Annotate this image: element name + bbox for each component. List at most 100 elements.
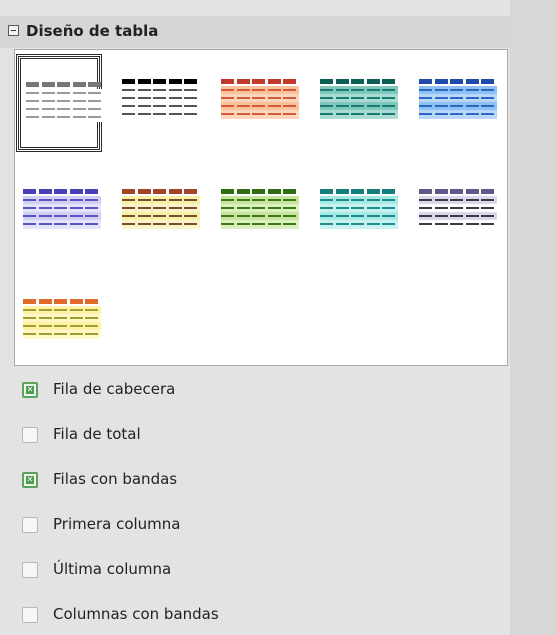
banded-columns-checkbox[interactable]: ✕ [22,607,38,623]
preview-cell [283,215,296,217]
preview-cell [38,299,52,304]
preview-cell [137,199,151,201]
preview-cell [137,113,151,115]
first-column-checkbox[interactable]: ✕ [22,517,38,533]
preview-cell [366,105,380,107]
table-style-preview [23,274,101,372]
option-last-column[interactable]: ✕ Última columna [0,550,510,590]
table-style-lavender[interactable] [16,164,102,262]
preview-row [320,110,398,119]
table-style-yellow-orange[interactable] [16,274,102,372]
preview-row [122,110,200,119]
total-row-checkbox[interactable]: ✕ [22,427,38,443]
panel-title: Diseño de tabla [26,22,159,40]
preview-cell [54,199,67,201]
preview-cell [382,215,395,217]
banded-rows-checkbox[interactable]: ✕ [22,472,38,488]
preview-cell [88,108,101,110]
collapse-icon[interactable] [8,25,19,36]
header-row-checkbox[interactable]: ✕ [22,382,38,398]
last-column-checkbox[interactable]: ✕ [22,562,38,578]
preview-cell [221,207,234,209]
preview-cell [137,89,151,91]
preview-row [221,110,299,119]
preview-cell [85,199,98,201]
table-style-gray-purple[interactable] [412,164,498,262]
option-header-row[interactable]: ✕ Fila de cabecera [0,370,510,410]
preview-cell [137,215,151,217]
preview-cell [26,82,39,87]
preview-cell [481,113,494,115]
preview-cell [335,199,349,201]
preview-cell [481,207,494,209]
preview-row [419,220,497,229]
preview-cell [320,223,333,225]
option-label: Fila de total [53,425,141,443]
preview-cell [320,113,333,115]
table-style-teal-dark[interactable] [313,54,399,152]
preview-cell [481,79,494,84]
preview-cell [184,199,197,201]
preview-cell [88,92,101,94]
preview-cell [335,215,349,217]
preview-cell [335,105,349,107]
preview-cell [450,207,463,209]
preview-cell [57,92,70,94]
preview-cell [54,309,67,311]
preview-row [23,220,101,229]
table-style-brown-yellow[interactable] [115,164,201,262]
preview-cell [236,79,250,84]
preview-cell [366,97,380,99]
preview-cell [153,189,166,194]
table-style-black[interactable] [115,54,201,152]
preview-cell [382,189,395,194]
preview-row [26,113,104,122]
preview-cell [351,215,364,217]
preview-cell [283,223,296,225]
option-banded-rows[interactable]: ✕ Filas con bandas [0,460,510,500]
preview-cell [88,82,101,87]
preview-cell [450,199,463,201]
preview-cell [320,207,333,209]
preview-cell [267,79,281,84]
panel-header[interactable]: Diseño de tabla [0,16,510,48]
preview-cell [267,97,281,99]
preview-cell [54,325,67,327]
option-first-column[interactable]: ✕ Primera columna [0,505,510,545]
preview-cell [72,100,86,102]
preview-cell [57,82,70,87]
option-total-row[interactable]: ✕ Fila de total [0,415,510,455]
preview-cell [335,223,349,225]
table-style-teal-light[interactable] [313,164,399,262]
table-style-default[interactable] [16,54,104,152]
preview-cell [236,223,250,225]
table-style-green[interactable] [214,164,300,262]
preview-cell [153,89,166,91]
preview-cell [382,223,395,225]
check-icon: ✕ [26,475,34,484]
preview-cell [434,199,448,201]
preview-cell [122,89,135,91]
preview-cell [481,97,494,99]
preview-cell [236,189,250,194]
preview-cell [465,89,479,91]
table-style-blue[interactable] [412,54,498,152]
preview-cell [252,89,265,91]
preview-cell [335,89,349,91]
table-design-panel: Diseño de tabla ✕ Fila de cabecera ✕ Fil… [0,0,510,635]
preview-cell [122,199,135,201]
preview-cell [283,189,296,194]
preview-cell [72,92,86,94]
preview-cell [137,105,151,107]
preview-cell [450,215,463,217]
table-style-red[interactable] [214,54,300,152]
preview-cell [236,97,250,99]
preview-row [320,220,398,229]
preview-cell [168,207,182,209]
preview-cell [283,199,296,201]
preview-cell [137,79,151,84]
preview-cell [267,199,281,201]
option-banded-columns[interactable]: ✕ Columnas con bandas [0,595,510,635]
preview-cell [320,189,333,194]
preview-cell [85,325,98,327]
